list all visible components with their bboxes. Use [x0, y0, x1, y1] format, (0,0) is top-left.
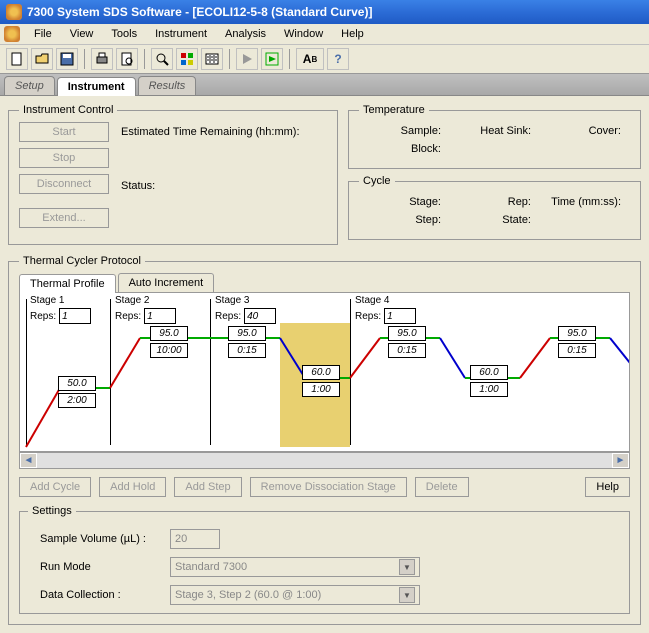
sample-volume-input[interactable] [170, 529, 220, 549]
window-title: 7300 System SDS Software - [ECOLI12-5-8 … [27, 5, 372, 19]
instctrl-legend: Instrument Control [19, 104, 117, 116]
profile-scrollbar[interactable]: ◄ ► [19, 452, 630, 469]
doc-icon [4, 26, 20, 42]
scroll-left-icon[interactable]: ◄ [20, 453, 37, 468]
cycle-legend: Cycle [359, 175, 395, 187]
s4a-time[interactable]: 0:15 [388, 343, 426, 358]
menu-view[interactable]: View [62, 26, 102, 42]
protocol-legend: Thermal Cycler Protocol [19, 255, 145, 267]
settings-legend: Settings [28, 505, 76, 517]
sample-volume-label: Sample Volume (µL) : [40, 533, 170, 545]
tab-instrument[interactable]: Instrument [57, 77, 136, 96]
play-icon[interactable] [236, 48, 258, 70]
temp-heatsink-label: Heat Sink: [449, 122, 539, 140]
analyze-icon[interactable]: AB [296, 48, 324, 70]
disconnect-button[interactable]: Disconnect [19, 174, 109, 194]
s4a-temp[interactable]: 95.0 [388, 326, 426, 341]
run-icon[interactable] [261, 48, 283, 70]
menu-window[interactable]: Window [276, 26, 331, 42]
cycle-stage-label: Stage: [359, 193, 449, 211]
tab-auto-increment[interactable]: Auto Increment [118, 273, 215, 292]
menu-help[interactable]: Help [333, 26, 372, 42]
preview-icon[interactable] [116, 48, 138, 70]
stop-button[interactable]: Stop [19, 148, 109, 168]
start-button[interactable]: Start [19, 122, 109, 142]
s1-temp[interactable]: 50.0 [58, 376, 96, 391]
data-collection-combo[interactable]: Stage 3, Step 2 (60.0 @ 1:00)▼ [170, 585, 420, 605]
save-icon[interactable] [56, 48, 78, 70]
menu-tools[interactable]: Tools [103, 26, 145, 42]
print-icon[interactable] [91, 48, 113, 70]
status-label: Status: [121, 180, 300, 192]
add-hold-button[interactable]: Add Hold [99, 477, 166, 497]
temp-sample-label: Sample: [359, 122, 449, 140]
run-mode-label: Run Mode [40, 561, 170, 573]
extend-button[interactable]: Extend... [19, 208, 109, 228]
s3a-temp[interactable]: 95.0 [228, 326, 266, 341]
menu-analysis[interactable]: Analysis [217, 26, 274, 42]
cycle-rep-label: Rep: [449, 193, 539, 211]
toolbar: AB ? [0, 45, 649, 74]
new-icon[interactable] [6, 48, 28, 70]
thermal-protocol-group: Thermal Cycler Protocol Thermal Profile … [8, 255, 641, 625]
est-remain-label: Estimated Time Remaining (hh:mm): [121, 126, 300, 138]
add-cycle-button[interactable]: Add Cycle [19, 477, 91, 497]
s2-time[interactable]: 10:00 [150, 343, 188, 358]
data-collection-label: Data Collection : [40, 589, 170, 601]
scroll-right-icon[interactable]: ► [612, 453, 629, 468]
cycle-time-label: Time (mm:ss): [539, 193, 629, 211]
zoom-icon[interactable] [151, 48, 173, 70]
instrument-control-group: Instrument Control Start Stop Disconnect… [8, 104, 338, 245]
temp-legend: Temperature [359, 104, 429, 116]
s2-temp[interactable]: 95.0 [150, 326, 188, 341]
menubar: File View Tools Instrument Analysis Wind… [0, 24, 649, 45]
s3b-temp[interactable]: 60.0 [302, 365, 340, 380]
cycle-group: Cycle Stage: Rep: Time (mm:ss): Step: St… [348, 175, 641, 240]
s4c-time[interactable]: 0:15 [558, 343, 596, 358]
thermal-profile-canvas[interactable]: Stage 1 Reps: Stage 2 Reps: Stage 3 Reps… [19, 292, 630, 452]
s3b-time[interactable]: 1:00 [302, 382, 340, 397]
chevron-down-icon[interactable]: ▼ [399, 559, 415, 575]
tab-setup[interactable]: Setup [4, 76, 55, 95]
s4b-time[interactable]: 1:00 [470, 382, 508, 397]
menu-file[interactable]: File [26, 26, 60, 42]
run-mode-combo[interactable]: Standard 7300▼ [170, 557, 420, 577]
tab-results[interactable]: Results [138, 76, 197, 95]
temp-block-label: Block: [359, 140, 449, 158]
menu-instrument[interactable]: Instrument [147, 26, 215, 42]
s4c-temp[interactable]: 95.0 [558, 326, 596, 341]
app-icon [6, 4, 22, 20]
cycle-step-label: Step: [359, 211, 449, 229]
grid-icon[interactable] [176, 48, 198, 70]
remove-dissociation-button[interactable]: Remove Dissociation Stage [250, 477, 407, 497]
help-button[interactable]: Help [585, 477, 630, 497]
delete-button[interactable]: Delete [415, 477, 469, 497]
open-icon[interactable] [31, 48, 53, 70]
tab-thermal-profile[interactable]: Thermal Profile [19, 274, 116, 293]
s4b-temp[interactable]: 60.0 [470, 365, 508, 380]
titlebar: 7300 System SDS Software - [ECOLI12-5-8 … [0, 0, 649, 24]
settings-group: Settings Sample Volume (µL) : Run Mode S… [19, 505, 630, 614]
plate-icon[interactable] [201, 48, 223, 70]
temperature-group: Temperature Sample: Heat Sink: Cover: Bl… [348, 104, 641, 169]
add-step-button[interactable]: Add Step [174, 477, 241, 497]
main-tabs: Setup Instrument Results [0, 74, 649, 96]
scroll-track[interactable] [37, 453, 612, 468]
s1-time[interactable]: 2:00 [58, 393, 96, 408]
temp-cover-label: Cover: [539, 122, 629, 140]
cycle-state-label: State: [449, 211, 539, 229]
help-icon[interactable]: ? [327, 48, 349, 70]
s3a-time[interactable]: 0:15 [228, 343, 266, 358]
